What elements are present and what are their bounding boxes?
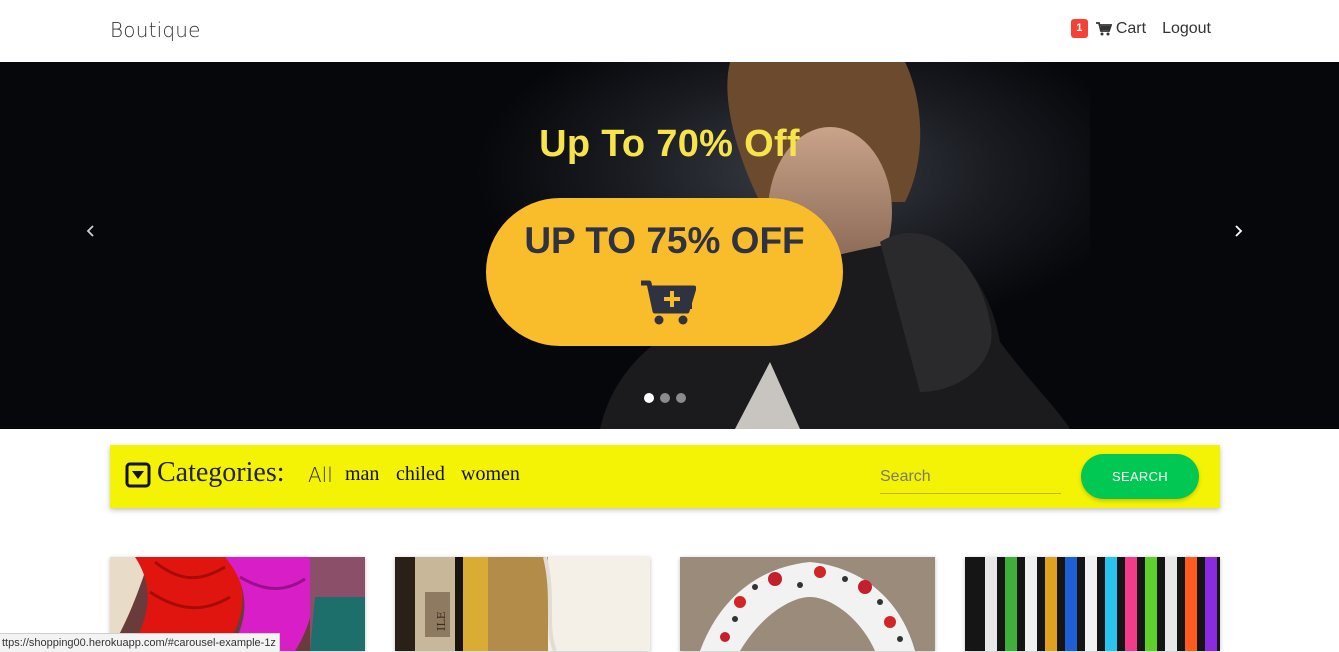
product-card-scarf[interactable] <box>680 557 935 651</box>
cart-label: Cart <box>1115 19 1147 37</box>
carousel-prev-arrow-icon[interactable] <box>84 220 98 242</box>
category-all-link[interactable]: All <box>308 463 333 487</box>
navbar: Boutique 1 Cart Logout <box>0 0 1339 62</box>
carousel-indicator-3[interactable] <box>676 393 686 403</box>
categories-label: Categories: <box>157 457 285 488</box>
cart-plus-icon <box>641 280 696 325</box>
cart-count-badge: 1 <box>1070 19 1088 38</box>
offer-pill-button[interactable]: UP TO 75% OFF <box>486 198 843 346</box>
category-bar: Categories: All man chiled women SEARCH <box>110 445 1220 508</box>
status-bar-url: ttps://shopping00.herokuapp.com/#carouse… <box>0 633 280 652</box>
hero-title: Up To 70% Off <box>539 123 800 165</box>
category-child-link[interactable]: chiled <box>396 463 445 486</box>
category-man-link[interactable]: man <box>345 463 379 486</box>
carousel-indicator-2[interactable] <box>660 393 670 403</box>
carousel-next-arrow-icon[interactable] <box>1231 220 1245 242</box>
shopping-cart-icon <box>1095 21 1112 35</box>
carousel-indicator-1[interactable] <box>644 393 654 403</box>
nav-right: 1 Cart Logout <box>1070 19 1211 38</box>
hero-carousel: Up To 70% Off UP TO 75% OFF <box>0 62 1339 429</box>
offer-text: UP TO 75% OFF <box>524 220 805 261</box>
product-image-straps <box>965 557 1220 651</box>
search-button[interactable]: SEARCH <box>1081 454 1199 499</box>
svg-text:ILE: ILE <box>435 611 448 631</box>
logout-link[interactable]: Logout <box>1162 20 1211 38</box>
product-image-scarf <box>680 557 935 651</box>
product-image-sweaters: ILE <box>395 557 650 651</box>
dropdown-square-icon <box>125 462 151 488</box>
product-card-straps[interactable] <box>965 557 1220 651</box>
cart-link[interactable]: Cart <box>1095 19 1147 38</box>
category-women-link[interactable]: women <box>461 463 520 486</box>
brand-logo[interactable]: Boutique <box>110 18 201 42</box>
carousel-indicators <box>644 393 692 403</box>
product-card-sweaters[interactable]: ILE <box>395 557 650 651</box>
search-input[interactable] <box>880 461 1061 494</box>
